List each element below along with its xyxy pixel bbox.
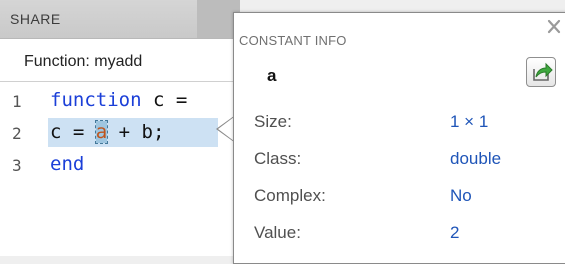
size-label: Size: (254, 112, 292, 131)
code-token: + b; (107, 121, 165, 143)
share-tab[interactable]: SHARE (10, 11, 61, 27)
line-number: 3 (12, 156, 22, 175)
code-line[interactable]: c = a + b; (50, 120, 165, 144)
class-value: double (450, 149, 502, 168)
size-value: 1 × 1 (450, 112, 489, 131)
close-icon (547, 19, 561, 34)
complex-label: Complex: (254, 186, 326, 205)
code-line[interactable]: end (50, 153, 84, 175)
share-toolstrip: SHARE (0, 0, 240, 39)
code-token: c = (50, 121, 96, 143)
value-value: 2 (450, 223, 460, 242)
keyword-token: end (50, 153, 85, 175)
selected-variable[interactable]: a (94, 120, 109, 144)
function-breadcrumb: Function: myadd (0, 39, 240, 82)
value-label: Value: (254, 223, 301, 242)
line-number-gutter: 1 2 3 (0, 82, 38, 256)
line-number: 1 (12, 92, 22, 111)
line-number: 2 (12, 124, 22, 143)
popup-pointer-fill (218, 117, 234, 141)
code-line[interactable]: function c = (50, 89, 187, 111)
code-token: c = (141, 89, 188, 111)
class-label: Class: (254, 149, 302, 168)
keyword-token: function (50, 89, 142, 111)
variable-name: a (267, 66, 277, 85)
close-button[interactable] (544, 17, 564, 37)
code-editor[interactable]: 1 2 3 function c = c = a + b; end (0, 82, 240, 256)
editor-panel: SHARE Function: myadd 1 2 3 function c =… (0, 0, 240, 256)
popup-title: CONSTANT INFO (239, 33, 347, 48)
function-label[interactable]: Function: myadd (24, 53, 142, 71)
export-button[interactable] (526, 57, 556, 87)
constant-info-popup: CONSTANT INFO a Size: 1 × 1 Class: doubl… (233, 12, 565, 264)
export-arrow-icon (533, 62, 553, 81)
complex-value: No (450, 186, 472, 205)
